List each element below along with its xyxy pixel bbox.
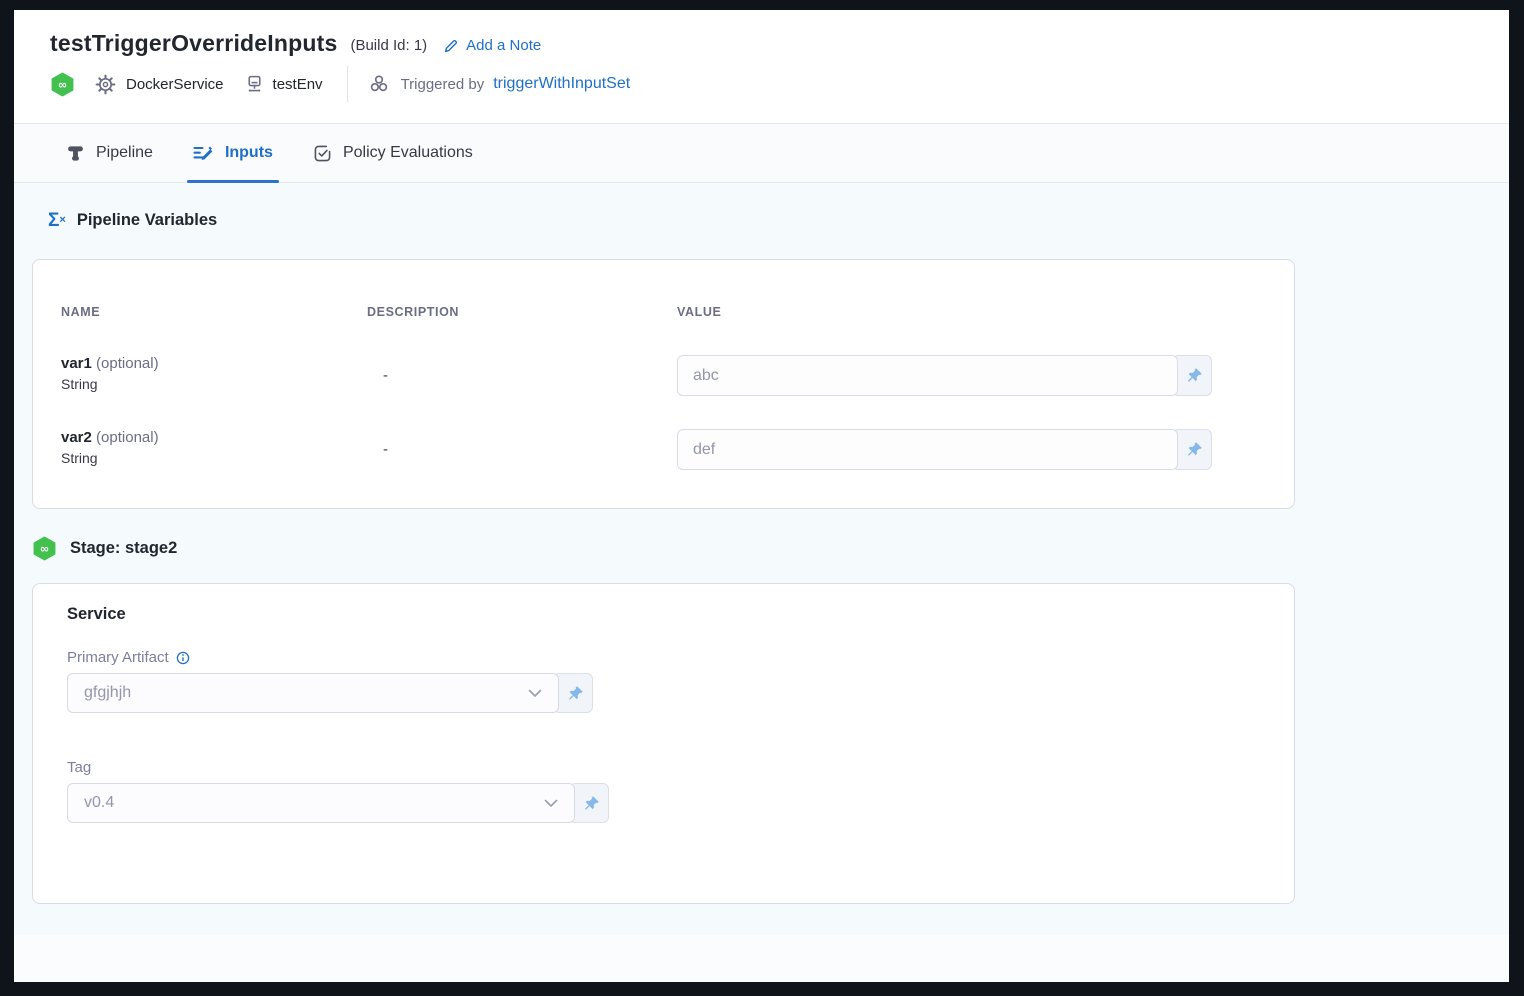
info-icon[interactable] [176,651,190,665]
header-divider [347,66,348,102]
var2-description: - [367,429,677,458]
primary-artifact-group: gfgjhjh [67,673,1294,713]
tag-value: v0.4 [84,794,114,812]
stage-heading: ∞ Stage: stage2 [32,535,1509,561]
pin-icon [583,795,600,812]
tab-pipeline-label: Pipeline [96,144,153,162]
add-note-button[interactable]: Add a Note [443,37,541,54]
pencil-icon [443,38,459,54]
pipeline-variables-title: Pipeline Variables [77,211,217,230]
trigger-icon [368,73,390,95]
var1-optional-label: (optional) [96,355,159,372]
var2-pin-button[interactable] [1172,429,1212,470]
add-note-label: Add a Note [466,37,541,54]
var2-type: String [61,450,367,466]
tag-select[interactable]: v0.4 [67,783,575,823]
tag-pin-button[interactable] [569,783,609,823]
title-row: testTriggerOverrideInputs (Build Id: 1) … [50,30,1473,57]
column-name: NAME [61,305,367,319]
primary-artifact-label: Primary Artifact [67,649,169,666]
execution-window: testTriggerOverrideInputs (Build Id: 1) … [14,10,1509,982]
var1-type: String [61,376,367,392]
primary-artifact-pin-button[interactable] [553,673,593,713]
var1-value-input[interactable] [677,355,1178,396]
variable-row-var2: var2 (optional) String - [61,429,1266,470]
tab-policy-evaluations[interactable]: Policy Evaluations [307,124,479,182]
var1-name-cell: var1 (optional) String [61,355,367,392]
meta-row: ∞ DockerService [50,70,1473,98]
svg-text:∞: ∞ [58,77,68,91]
tag-label: Tag [67,759,91,776]
environment-icon [244,74,265,95]
variables-table-header: NAME DESCRIPTION VALUE [61,305,1266,319]
primary-artifact-value: gfgjhjh [84,684,131,702]
service-name: DockerService [126,76,224,93]
var1-name: var1 [61,355,92,372]
page-title: testTriggerOverrideInputs [50,30,337,57]
variable-row-var1: var1 (optional) String - [61,355,1266,396]
pipeline-variables-heading: Σ× Pipeline Variables [48,207,1509,233]
cd-stage-icon: ∞ [50,72,75,97]
active-tab-underline [187,180,279,183]
inputs-tab-panel: Σ× Pipeline Variables NAME DESCRIPTION V… [14,183,1509,935]
policy-check-icon [313,144,332,163]
var2-optional-label: (optional) [96,429,159,446]
tab-policy-evaluations-label: Policy Evaluations [343,144,473,162]
svg-text:∞: ∞ [40,541,50,555]
primary-artifact-label-row: Primary Artifact [67,649,1294,666]
environment-name: testEnv [273,76,323,93]
var2-value-group [677,429,1266,470]
var2-name-cell: var2 (optional) String [61,429,367,466]
primary-artifact-select[interactable]: gfgjhjh [67,673,559,713]
tab-bar: Pipeline Inputs [14,124,1509,183]
tag-label-row: Tag [67,759,1294,776]
execution-header: testTriggerOverrideInputs (Build Id: 1) … [14,10,1509,124]
service-card: Service Primary Artifact gfgjhjh [32,583,1295,904]
bottom-strip [14,935,1509,982]
stage-title: Stage: stage2 [70,539,177,558]
tag-group: v0.4 [67,783,1294,823]
pipeline-icon [66,144,85,163]
pin-icon [567,685,584,702]
stage-cd-icon: ∞ [32,536,57,561]
column-value: VALUE [677,305,1266,319]
chevron-down-icon [544,799,558,808]
var1-value-group [677,355,1266,396]
inputs-edit-icon [193,144,214,162]
var2-value-input[interactable] [677,429,1178,470]
build-id-label: (Build Id: 1) [350,37,427,54]
tab-inputs-label: Inputs [225,144,273,162]
pin-icon [1186,367,1203,384]
pin-icon [1186,441,1203,458]
column-description: DESCRIPTION [367,305,677,319]
pipeline-variables-card: NAME DESCRIPTION VALUE var1 (optional) S… [32,259,1295,509]
triggered-by-label: Triggered by [401,76,485,93]
chevron-down-icon [528,689,542,698]
var1-description: - [367,355,677,384]
trigger-name-link[interactable]: triggerWithInputSet [493,75,630,93]
service-section-title: Service [67,605,1294,624]
var2-name: var2 [61,429,92,446]
tab-pipeline[interactable]: Pipeline [60,124,159,182]
gear-icon [95,74,116,95]
var1-pin-button[interactable] [1172,355,1212,396]
tab-inputs[interactable]: Inputs [187,124,279,182]
sigma-variables-icon: Σ× [48,211,66,230]
